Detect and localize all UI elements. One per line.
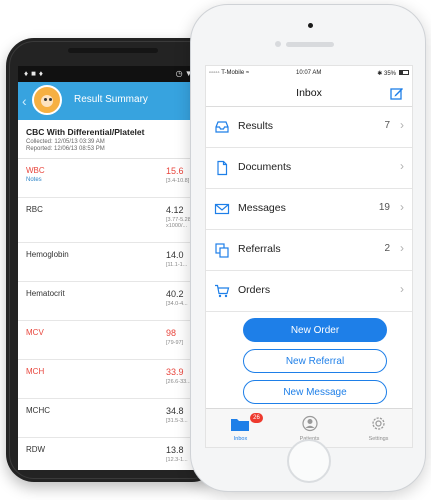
lab-row-hematocrit[interactable]: Hematocrit 40.2 [34.0-4... xyxy=(18,282,214,321)
lab-name: RBC xyxy=(26,205,43,214)
reported-date: Reported: 12/06/13 08:53 PM xyxy=(26,146,105,152)
back-icon[interactable]: ‹ xyxy=(22,93,27,109)
nav-bar: Inbox xyxy=(206,80,412,107)
new-message-button[interactable]: New Message xyxy=(243,380,387,404)
lab-name: MCHC xyxy=(26,406,50,415)
row-label: Documents xyxy=(238,161,292,173)
inbox-row-referrals[interactable]: Referrals 2 › xyxy=(206,230,412,271)
lab-notes-link[interactable]: Notes xyxy=(26,177,42,183)
lab-range: [26.6-33... xyxy=(166,379,191,385)
avatar-face xyxy=(41,95,53,107)
chevron-right-icon: › xyxy=(400,200,404,214)
lab-row-hemoglobin[interactable]: Hemoglobin 14.0 [11.1-1... xyxy=(18,243,214,282)
inbox-row-messages[interactable]: Messages 19 › xyxy=(206,189,412,230)
lab-value: 33.9 xyxy=(166,367,184,377)
lab-range: [11.1-1... xyxy=(166,262,188,268)
inbox-row-documents[interactable]: Documents › xyxy=(206,148,412,189)
avatar xyxy=(32,85,62,115)
lab-value: 15.6 xyxy=(166,166,184,176)
iphone-screen: ◦◦◦◦◦ T-Mobile ≈ 10:07 AM ✱ 35% Inbox Re… xyxy=(205,65,413,448)
lab-range: [34.0-4... xyxy=(166,301,188,307)
report-name: CBC With Differential/Platelet xyxy=(26,127,145,137)
lab-range: [79-97] xyxy=(166,340,184,346)
folder-icon xyxy=(231,419,249,431)
lab-range: [12.3-1... xyxy=(166,457,188,463)
result-summary-header: ‹ Result Summary xyxy=(18,82,214,120)
android-speaker xyxy=(68,48,158,53)
status-time: 10:07 AM xyxy=(296,70,322,76)
android-screen: ♦■♦ ◷ ▼3G ▮ ‹ Result Summary CBC With Di… xyxy=(18,66,214,470)
chevron-right-icon: › xyxy=(400,241,404,255)
row-count: 7 xyxy=(384,120,390,131)
row-label: Results xyxy=(238,120,274,132)
referral-icon xyxy=(215,243,229,258)
lab-value: 40.2 xyxy=(166,289,184,299)
lab-row-mchc[interactable]: MCHC 34.8 [31.5-3... xyxy=(18,399,214,438)
chevron-right-icon: › xyxy=(400,118,404,132)
lab-value: 98 xyxy=(166,328,177,338)
lab-value: 14.0 xyxy=(166,250,184,260)
lab-name: Hemoglobin xyxy=(26,250,69,259)
row-label: Orders xyxy=(238,284,271,296)
avatar-eye-left xyxy=(44,98,47,101)
home-button[interactable] xyxy=(287,439,331,483)
inbox-row-orders[interactable]: Orders › xyxy=(206,271,412,312)
header-title: Result Summary xyxy=(74,94,148,105)
report-summary: CBC With Differential/Platelet Collected… xyxy=(18,120,214,159)
new-order-button[interactable]: New Order xyxy=(243,318,387,342)
android-status-bar: ♦■♦ ◷ ▼3G ▮ xyxy=(18,66,214,82)
row-label: Referrals xyxy=(238,243,281,255)
lab-name: MCH xyxy=(26,367,45,376)
lab-name: MCV xyxy=(26,328,44,337)
ios-status-bar: ◦◦◦◦◦ T-Mobile ≈ 10:07 AM ✱ 35% xyxy=(206,66,412,80)
inbox-row-results[interactable]: Results 7 › xyxy=(206,107,412,148)
document-icon xyxy=(217,160,228,176)
lab-range: [31.5-3... xyxy=(166,418,188,424)
battery-icon xyxy=(399,70,409,75)
new-referral-button[interactable]: New Referral xyxy=(243,349,387,373)
row-label: Messages xyxy=(238,202,286,214)
inbox-badge: 26 xyxy=(250,413,263,423)
patient-icon xyxy=(302,415,318,432)
row-count: 2 xyxy=(384,243,390,254)
chevron-right-icon: › xyxy=(400,282,404,296)
lab-row-wbc[interactable]: WBC Notes 15.6 [3.4-10.8] xyxy=(18,159,214,198)
lab-name: WBC xyxy=(26,166,45,175)
lab-row-mcv[interactable]: MCV 98 [79-97] xyxy=(18,321,214,360)
tab-settings[interactable]: Settings xyxy=(344,409,412,447)
earpiece-speaker xyxy=(286,42,334,47)
proximity-sensor xyxy=(275,41,281,47)
lab-row-mch[interactable]: MCH 33.9 [26.6-33... xyxy=(18,360,214,399)
battery-percent: ✱ 35% xyxy=(377,71,396,77)
tab-label: Inbox xyxy=(233,436,248,442)
lab-row-rbc[interactable]: RBC 4.12 [3.77-5.28] x1000/... xyxy=(18,198,214,243)
gear-icon xyxy=(372,417,385,430)
chevron-right-icon: › xyxy=(400,159,404,173)
lab-name: RDW xyxy=(26,445,46,454)
avatar-eye-right xyxy=(49,98,52,101)
row-count: 19 xyxy=(378,202,390,213)
collected-date: Collected: 12/05/13 03:39 AM xyxy=(26,139,105,145)
iphone: ◦◦◦◦◦ T-Mobile ≈ 10:07 AM ✱ 35% Inbox Re… xyxy=(190,4,426,492)
lab-row-rdw[interactable]: RDW 13.8 [12.3-1... xyxy=(18,438,214,470)
tab-inbox[interactable]: 26 Inbox xyxy=(206,409,275,447)
page-title: Inbox xyxy=(296,87,322,99)
lab-value: 4.12 xyxy=(166,205,184,215)
carrier-label: ◦◦◦◦◦ T-Mobile ≈ xyxy=(209,70,250,76)
lab-value: 13.8 xyxy=(166,445,184,455)
compose-icon[interactable] xyxy=(390,86,404,100)
tab-label: Settings xyxy=(368,436,389,442)
lab-name: Hematocrit xyxy=(26,289,65,298)
cart-icon xyxy=(215,284,230,298)
android-phone: ♦■♦ ◷ ▼3G ▮ ‹ Result Summary CBC With Di… xyxy=(6,38,220,482)
envelope-icon xyxy=(214,203,230,215)
inbox-tray-icon xyxy=(215,121,229,133)
lab-value: 34.8 xyxy=(166,406,184,416)
lab-range: [3.4-10.8] xyxy=(166,178,190,184)
android-notification-icons: ♦■♦ xyxy=(24,69,46,78)
front-camera xyxy=(308,23,313,28)
